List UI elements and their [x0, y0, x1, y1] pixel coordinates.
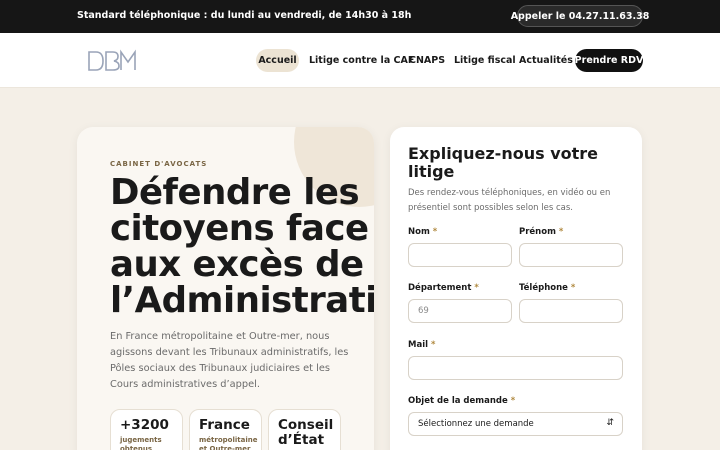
email-field[interactable] — [408, 356, 623, 380]
book-appointment-button[interactable]: Prendre RDV — [575, 49, 643, 72]
contact-form-card: Expliquez-nous votre litige Des rendez-v… — [390, 127, 642, 450]
stat-card-judgments: +3200 jugements obtenus — [110, 409, 183, 450]
select-value: Sélectionnez une demande — [418, 419, 534, 429]
departement-label: Département * — [408, 283, 479, 293]
nom-field[interactable] — [408, 243, 512, 267]
hero-title-line: citoyens face — [110, 208, 369, 249]
nav-cnaps[interactable]: CNAPS — [409, 49, 445, 72]
nav-actualites[interactable]: Actualités — [519, 49, 573, 72]
telephone-field[interactable] — [519, 299, 623, 323]
stat-label: jugements obtenus — [120, 436, 162, 450]
stat-card-territory: France métropolitaine et Outre-mer — [189, 409, 262, 450]
phone-hours-text: Standard téléphonique : du lundi au vend… — [77, 10, 412, 21]
form-subtitle: Des rendez-vous téléphoniques, en vidéo … — [408, 188, 611, 213]
stat-value: +3200 — [120, 417, 169, 433]
nav-litige-fiscal[interactable]: Litige fiscal — [454, 49, 516, 72]
stat-value: Conseil d’État — [278, 417, 334, 448]
nom-label: Nom * — [408, 227, 438, 237]
request-subject-select[interactable]: Sélectionnez une demande ⇵ — [408, 412, 623, 436]
nav-accueil[interactable]: Accueil — [256, 49, 299, 72]
hero-title-line: Défendre les — [110, 172, 360, 213]
prenom-field[interactable] — [519, 243, 623, 267]
hero-title: Défendre les citoyens face aux excès de … — [110, 175, 374, 319]
nav-litige-caf[interactable]: Litige contre la CAF — [309, 49, 414, 72]
top-bar: Standard téléphonique : du lundi au vend… — [0, 0, 720, 33]
hero-description: En France métropolitaine et Outre-mer, n… — [110, 331, 349, 390]
form-title: Expliquez-nous votre litige — [408, 144, 598, 181]
hero-title-line: aux excès de — [110, 244, 364, 285]
prenom-label: Prénom * — [519, 227, 564, 237]
hero-eyebrow: CABINET D'AVOCATS — [110, 160, 208, 168]
stat-card-conseil-etat: Conseil d’État — [268, 409, 341, 450]
hero-card: CABINET D'AVOCATS Défendre les citoyens … — [77, 127, 374, 450]
dbm-logo[interactable] — [86, 49, 138, 73]
objet-label: Objet de la demande * — [408, 396, 516, 406]
stat-value: France — [199, 417, 250, 433]
hero-title-line: l’Administration — [110, 280, 374, 321]
chevron-updown-icon: ⇵ — [606, 418, 614, 428]
call-phone-button[interactable]: Appeler le 04.27.11.63.38 — [511, 5, 649, 27]
mail-label: Mail * — [408, 340, 436, 350]
departement-field[interactable] — [408, 299, 512, 323]
stat-label: métropolitaine et Outre-mer — [199, 436, 258, 450]
telephone-label: Téléphone * — [519, 283, 576, 293]
